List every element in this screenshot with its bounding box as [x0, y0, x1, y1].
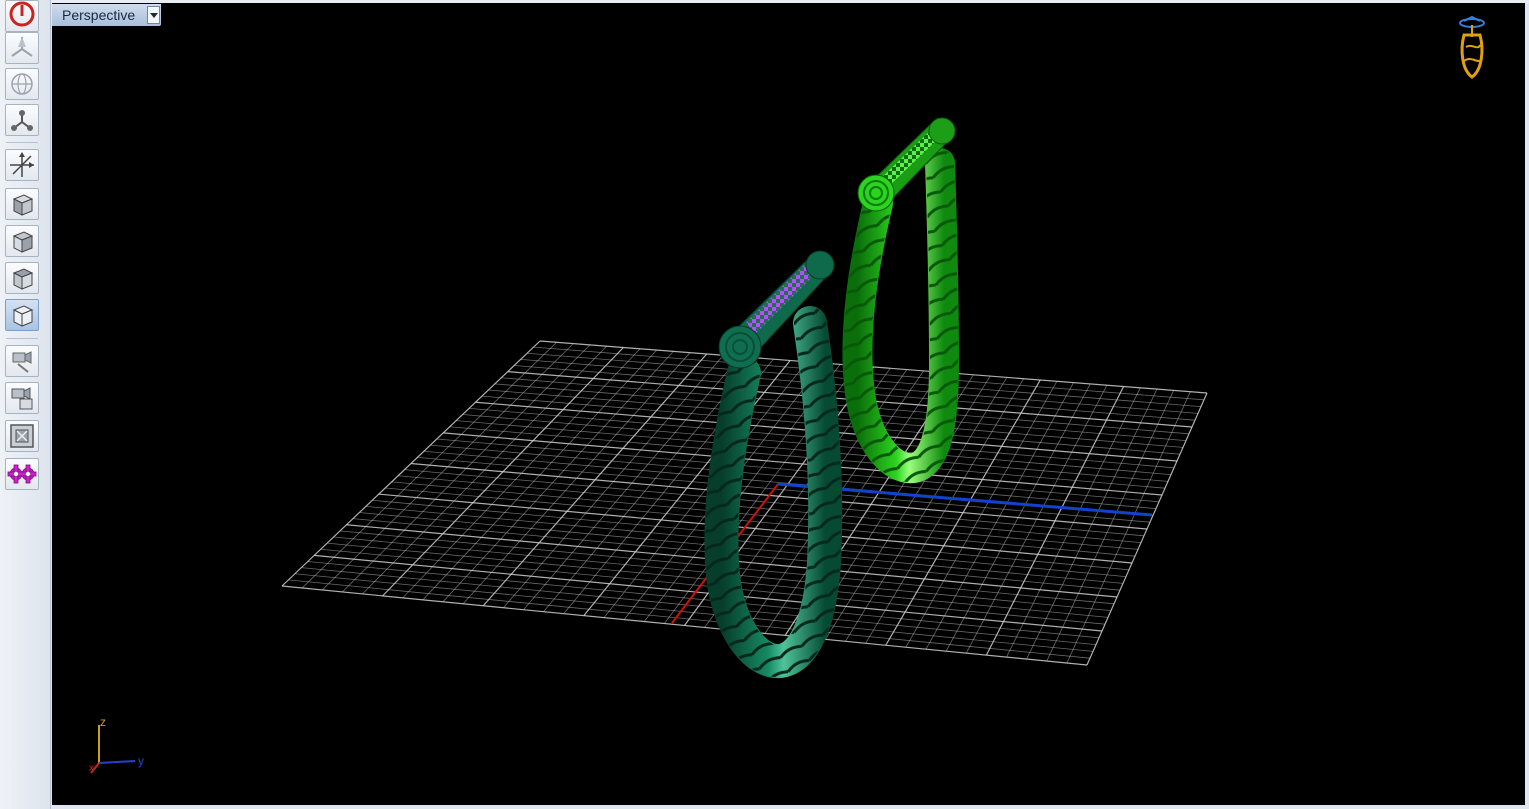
- pan-button[interactable]: [5, 32, 39, 64]
- left-toolbar: [0, 0, 51, 809]
- pan-tripod-icon: [11, 37, 33, 57]
- connect-button[interactable]: [5, 104, 39, 136]
- move-axes-icon: [10, 152, 34, 177]
- toolbar-separator: [6, 142, 38, 143]
- cube-view-1-icon: [12, 194, 34, 216]
- axis-label-y: y: [138, 754, 144, 768]
- power-button[interactable]: [5, 0, 39, 32]
- grid-line: [1006, 387, 1141, 658]
- cube-view-1-button[interactable]: [5, 188, 39, 220]
- axis-indicator: z y x: [85, 713, 155, 778]
- power-icon: [9, 1, 35, 27]
- camera-edit-icon: [12, 351, 32, 373]
- fit-frame-icon: [10, 424, 34, 448]
- perspective-viewport[interactable]: Perspective z y x: [52, 3, 1525, 805]
- settings-button[interactable]: [5, 458, 39, 490]
- orbit-button[interactable]: [5, 68, 39, 100]
- cube-view-3-icon: [12, 268, 34, 290]
- grid-line: [294, 573, 1094, 652]
- axis-label-z: z: [100, 715, 106, 729]
- grid-line: [301, 567, 1097, 645]
- grid-line: [985, 386, 1125, 656]
- cube-view-2-button[interactable]: [5, 225, 39, 257]
- twisted-rope-handle-bright[interactable]: [842, 117, 960, 484]
- orbit-globe-icon: [11, 73, 33, 95]
- viewport-title[interactable]: Perspective: [52, 4, 162, 26]
- camera-edit-button[interactable]: [5, 345, 39, 377]
- viewport-menu-dropdown[interactable]: [147, 6, 160, 24]
- axis-label-x: x: [89, 763, 94, 774]
- node-connect-icon: [11, 110, 33, 131]
- scene-canvas[interactable]: [52, 3, 1525, 805]
- move-button[interactable]: [5, 149, 39, 181]
- cube-view-3-button[interactable]: [5, 262, 39, 294]
- grid-line: [1026, 388, 1158, 660]
- cube-view-2-icon: [12, 231, 34, 253]
- camera-tools-button[interactable]: [5, 382, 39, 414]
- app-window: Perspective z y x: [0, 0, 1529, 809]
- settings-gear-icon: [7, 464, 37, 484]
- fit-frame-button[interactable]: [5, 420, 39, 452]
- view-navigation-gizmo[interactable]: [1452, 15, 1492, 85]
- cube-view-4-button[interactable]: [5, 299, 39, 331]
- axis-tripod-icon: [90, 725, 136, 774]
- camera-tools-icon: [11, 387, 33, 410]
- toolbar-separator: [6, 338, 38, 339]
- cube-view-4-icon: [12, 305, 34, 327]
